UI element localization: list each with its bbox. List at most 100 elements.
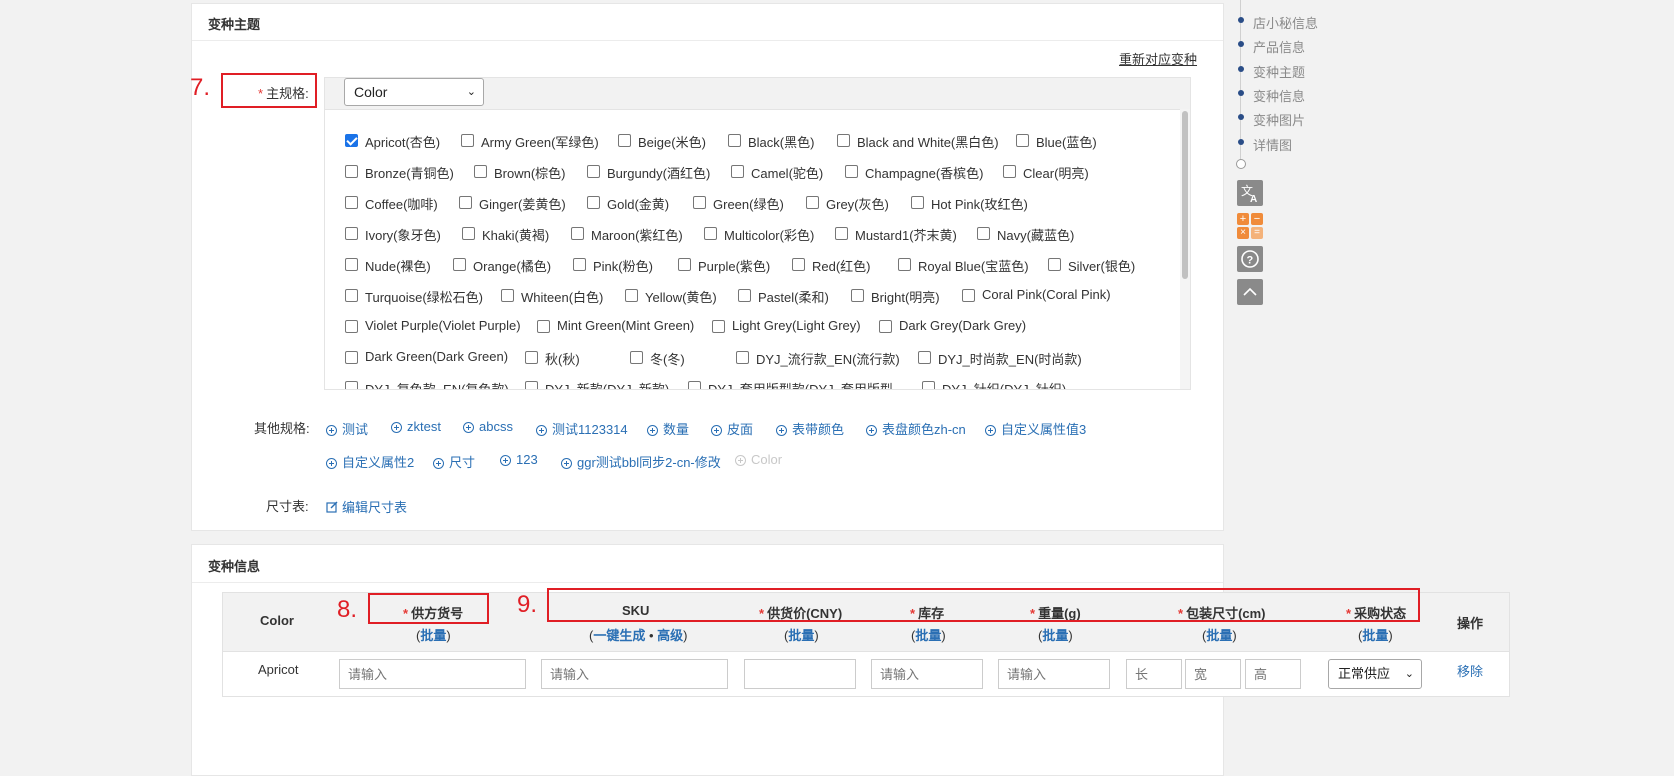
- color-checkbox[interactable]: [345, 227, 358, 240]
- color-checkbox[interactable]: [835, 227, 848, 240]
- other-spec-item[interactable]: 表盘颜色zh-cn: [866, 419, 966, 438]
- other-spec-item[interactable]: 皮面: [711, 419, 753, 438]
- color-label: 冬(冬): [650, 352, 685, 367]
- color-checkbox[interactable]: [1003, 165, 1016, 178]
- color-checkbox[interactable]: [898, 258, 911, 271]
- side-nav-item[interactable]: 变种主题: [1253, 62, 1305, 81]
- other-spec-item[interactable]: 尺寸: [433, 452, 475, 471]
- color-checkbox[interactable]: [1048, 258, 1061, 271]
- color-checkbox[interactable]: [345, 351, 358, 364]
- bulk-link[interactable]: 批量: [420, 628, 446, 643]
- color-checkbox[interactable]: [345, 289, 358, 302]
- color-checkbox[interactable]: [1016, 134, 1029, 147]
- color-checkbox[interactable]: [345, 381, 358, 389]
- color-checkbox[interactable]: [573, 258, 586, 271]
- price-input[interactable]: [744, 659, 856, 689]
- color-label: Turquoise(绿松石色): [365, 290, 483, 305]
- other-spec-item[interactable]: 数量: [647, 419, 689, 438]
- color-checkbox[interactable]: [345, 258, 358, 271]
- one-click-generate-link[interactable]: 一键生成: [593, 628, 645, 643]
- color-checkbox[interactable]: [525, 381, 538, 389]
- other-spec-item[interactable]: 测试1123314: [536, 419, 628, 438]
- bulk-link[interactable]: 批量: [1362, 628, 1388, 643]
- side-nav-item[interactable]: 变种图片: [1253, 110, 1305, 129]
- bulk-link[interactable]: 批量: [1206, 628, 1232, 643]
- color-checkbox[interactable]: [792, 258, 805, 271]
- color-checkbox[interactable]: [922, 381, 935, 389]
- rematch-variants-link[interactable]: 重新对应变种: [1119, 49, 1197, 68]
- remove-link[interactable]: 移除: [1457, 661, 1483, 680]
- color-checkbox[interactable]: [571, 227, 584, 240]
- color-checkbox[interactable]: [525, 351, 538, 364]
- color-checkbox[interactable]: [462, 227, 475, 240]
- color-checkbox[interactable]: [962, 289, 975, 302]
- sku-input[interactable]: [541, 659, 728, 689]
- main-spec-select[interactable]: Color ⌄: [344, 78, 484, 106]
- other-spec-item[interactable]: ggr测试bbl同步2-cn-修改: [561, 452, 721, 471]
- side-nav-item[interactable]: 详情图: [1253, 135, 1292, 154]
- side-nav-item[interactable]: 店小秘信息: [1253, 13, 1318, 32]
- other-spec-item[interactable]: 123: [500, 452, 538, 467]
- calculator-icon[interactable]: + − × =: [1237, 213, 1263, 239]
- color-checkbox[interactable]: [618, 134, 631, 147]
- edit-size-chart-link[interactable]: 编辑尺寸表: [326, 497, 407, 516]
- color-checkbox[interactable]: [837, 134, 850, 147]
- color-checkbox[interactable]: [918, 351, 931, 364]
- color-checkbox[interactable]: [806, 196, 819, 209]
- color-checkbox[interactable]: [911, 196, 924, 209]
- side-nav-item[interactable]: 变种信息: [1253, 86, 1305, 105]
- scrollbar-thumb[interactable]: [1182, 111, 1188, 279]
- other-spec-item[interactable]: 表带颜色: [776, 419, 844, 438]
- color-checkbox[interactable]: [345, 165, 358, 178]
- color-checkbox[interactable]: [693, 196, 706, 209]
- color-checkbox[interactable]: [345, 134, 358, 147]
- color-checkbox[interactable]: [704, 227, 717, 240]
- color-checkbox[interactable]: [678, 258, 691, 271]
- other-spec-item[interactable]: abcss: [463, 419, 513, 434]
- color-checkbox[interactable]: [587, 165, 600, 178]
- color-checkbox[interactable]: [537, 320, 550, 333]
- color-checkbox[interactable]: [459, 196, 472, 209]
- color-checkbox[interactable]: [977, 227, 990, 240]
- stock-input[interactable]: [871, 659, 983, 689]
- color-checkbox[interactable]: [345, 196, 358, 209]
- other-spec-item[interactable]: 自定义属性2: [326, 452, 414, 471]
- color-checkbox[interactable]: [474, 165, 487, 178]
- weight-input[interactable]: [998, 659, 1110, 689]
- other-spec-item[interactable]: 自定义属性值3: [985, 419, 1086, 438]
- color-checkbox[interactable]: [712, 320, 725, 333]
- color-checkbox[interactable]: [461, 134, 474, 147]
- supplier-no-input[interactable]: [339, 659, 526, 689]
- color-checkbox[interactable]: [688, 381, 701, 389]
- color-checkbox[interactable]: [845, 165, 858, 178]
- side-nav-item[interactable]: 产品信息: [1253, 37, 1305, 56]
- color-options: Apricot(杏色) Army Green(军绿色) Beige(米色) Bl…: [325, 110, 1181, 389]
- length-input[interactable]: [1126, 659, 1182, 689]
- color-checkbox[interactable]: [879, 320, 892, 333]
- color-checkbox[interactable]: [453, 258, 466, 271]
- color-checkbox[interactable]: [738, 289, 751, 302]
- scroll-top-icon[interactable]: [1237, 279, 1263, 305]
- color-checkbox[interactable]: [630, 351, 643, 364]
- color-checkbox[interactable]: [345, 320, 358, 333]
- help-icon[interactable]: ?: [1237, 246, 1263, 272]
- color-checkbox[interactable]: [736, 351, 749, 364]
- color-checkbox[interactable]: [501, 289, 514, 302]
- bulk-link[interactable]: 批量: [788, 628, 814, 643]
- bulk-link[interactable]: 批量: [1042, 628, 1068, 643]
- purchase-status-select[interactable]: 正常供应 ⌄: [1328, 659, 1422, 689]
- height-input[interactable]: [1245, 659, 1301, 689]
- other-spec-item[interactable]: zktest: [391, 419, 441, 434]
- bulk-link[interactable]: 批量: [915, 628, 941, 643]
- color-checkbox[interactable]: [587, 196, 600, 209]
- color-checkbox[interactable]: [625, 289, 638, 302]
- translate-icon[interactable]: 文 A: [1237, 180, 1263, 206]
- color-label: Ivory(象牙色): [365, 228, 441, 243]
- other-spec-item[interactable]: 测试: [326, 419, 368, 438]
- color-checkbox[interactable]: [728, 134, 741, 147]
- color-checkbox[interactable]: [731, 165, 744, 178]
- color-checkbox[interactable]: [851, 289, 864, 302]
- scrollbar-track[interactable]: [1180, 109, 1190, 389]
- width-input[interactable]: [1185, 659, 1241, 689]
- advanced-link[interactable]: 高级: [657, 628, 683, 643]
